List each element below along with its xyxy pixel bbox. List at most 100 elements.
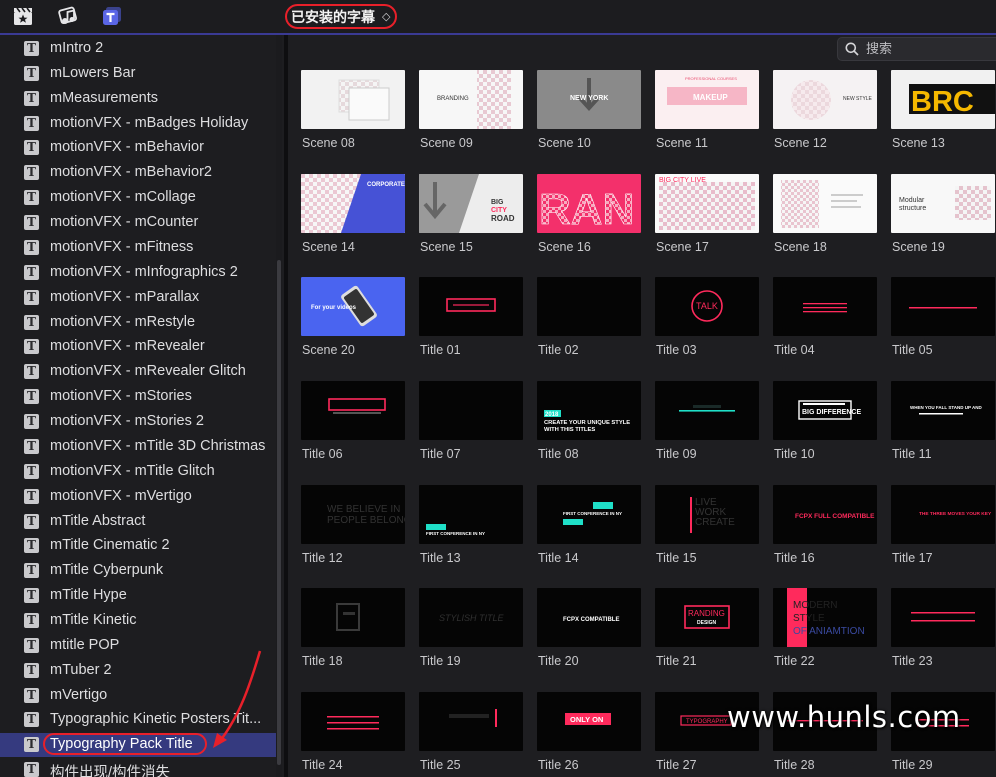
sidebar-item[interactable]: TmotionVFX - mCounter [0,211,276,235]
sidebar-item[interactable]: TmotionVFX - mStories [0,385,276,409]
sidebar-item[interactable]: TmTitle Cinematic 2 [0,534,276,558]
title-thumbnail-tile[interactable]: BIG CITY ROAD Scene 15 [419,174,523,254]
title-thumbnail-tile[interactable]: FCPX COMPATIBLE Title 20 [537,588,641,668]
thumbnail-caption: Title 29 [892,758,933,772]
sidebar-scrollbar-thumb[interactable] [277,260,281,765]
sidebar-item[interactable]: TmVertigo [0,684,276,708]
library-selector-dropdown[interactable]: 已安装的字幕 ◇ [285,4,397,29]
sidebar-item[interactable]: TmotionVFX - mBadges Holiday [0,112,276,136]
sidebar-item[interactable]: TmotionVFX - mCollage [0,186,276,210]
sidebar-item[interactable]: TmTitle Kinetic [0,609,276,633]
sidebar-item[interactable]: TmotionVFX - mTitle Glitch [0,460,276,484]
title-thumbnail-tile[interactable]: FIRST CONFERENCE IN NY Title 13 [419,485,523,565]
title-thumbnail-tile[interactable]: Title 25 [419,692,523,772]
title-thumbnail-tile[interactable]: BRC Scene 13 [891,70,995,150]
title-thumbnail-tile[interactable]: NEW STYLE Scene 12 [773,70,877,150]
thumbnail-image: BRANDING [419,70,523,129]
title-thumbnail-tile[interactable]: Title 09 [655,381,759,461]
title-thumbnail-tile[interactable]: Title 23 [891,588,995,668]
title-thumbnail-tile[interactable]: Title 05 [891,277,995,357]
thumbnail-text: STYLISH TITLE [439,613,505,623]
title-thumbnail-tile[interactable]: WHEN YOU FALL STAND UP AND Title 11 [891,381,995,461]
title-thumbnail-tile[interactable]: Title 04 [773,277,877,357]
title-thumbnail-tile[interactable]: Title 07 [419,381,523,461]
title-thumbnail-tile[interactable]: Title 18 [301,588,405,668]
title-thumbnail-tile[interactable]: Scene 08 [301,70,405,150]
sidebar-item[interactable]: T Typography Pack Title [0,733,276,758]
title-thumbnail-tile[interactable]: NEW YORK Scene 10 [537,70,641,150]
sidebar-item[interactable]: TmotionVFX - mRevealer Glitch [0,360,276,384]
title-thumbnail-tile[interactable]: RANDING DESIGN Title 21 [655,588,759,668]
thumbnail-caption: Scene 12 [774,136,827,150]
sidebar-item[interactable]: TmTuber 2 [0,659,276,683]
thumbnail-text: PEOPLE BELONG [327,515,405,526]
title-browser: Scene 08 BRANDING Scene 09 NEW YORK Scene … [288,35,996,777]
thumbnail-text: TALK [696,301,718,311]
sidebar-item[interactable]: TmotionVFX - mTitle 3D Christmas [0,435,276,459]
sidebar-item[interactable]: Tmtitle POP [0,634,276,658]
title-thumbnail-tile[interactable]: THE THREE MOVES YOUR KEY Title 17 [891,485,995,565]
title-type-icon: T [24,140,39,156]
title-thumbnail-tile[interactable]: TALK Title 03 [655,277,759,357]
thumbnail-caption: Scene 13 [892,136,945,150]
title-thumbnail-tile[interactable]: FCPX FULL COMPATIBLE Title 16 [773,485,877,565]
title-thumbnail-tile[interactable]: LIVE WORK CREATE Title 15 [655,485,759,565]
title-thumbnail-tile[interactable]: Title 24 [301,692,405,772]
sidebar-item[interactable]: TmTitle Hype [0,584,276,608]
search-input[interactable] [866,40,996,58]
title-type-icon: T [24,65,39,81]
title-thumbnail-tile[interactable]: PROFESSIONAL COURSES MAKEUP Scene 11 [655,70,759,150]
sidebar-item[interactable]: TmotionVFX - mParallax [0,286,276,310]
thumbnail-image [773,277,877,336]
thumbnail-caption: Title 04 [774,343,815,357]
thumbnail-text: BIG [491,199,504,206]
thumbnail-image [301,70,405,129]
sidebar-item[interactable]: TmotionVFX - mStories 2 [0,410,276,434]
sidebar-item-label: motionVFX - mVertigo [50,487,192,504]
sidebar-item[interactable]: TmTitle Abstract [0,510,276,534]
sidebar-item[interactable]: TmTitle Cyberpunk [0,559,276,583]
sidebar-scrollbar[interactable] [276,35,282,777]
thumbnail-image: LIVE WORK CREATE [655,485,759,544]
title-thumbnail-tile[interactable]: RAN Scene 16 [537,174,641,254]
thumbnail-image: FCPX COMPATIBLE [537,588,641,647]
title-thumbnail-tile[interactable]: Title 06 [301,381,405,461]
sidebar-item[interactable]: TmotionVFX - mInfographics 2 [0,261,276,285]
title-thumbnail-tile[interactable]: Modular structure Scene 19 [891,174,995,254]
title-type-icon: T [24,563,39,579]
title-thumbnail-tile[interactable]: WE BELIEVE IN PEOPLE BELONG Title 12 [301,485,405,565]
sidebar-item[interactable]: TmotionVFX - mRevealer [0,335,276,359]
title-type-icon: T [24,463,39,479]
sidebar-item[interactable]: TmotionVFX - mRestyle [0,311,276,335]
sidebar-item[interactable]: TmotionVFX - mFitness [0,236,276,260]
titles-icon[interactable] [101,5,123,27]
thumbnail-text: 2018 [545,412,559,418]
sidebar-item[interactable]: T Typographic Kinetic Posters Tit... [0,708,276,732]
sidebar-item[interactable]: TmotionVFX - mVertigo [0,485,276,509]
sidebar-item[interactable]: TmotionVFX - mBehavior [0,136,276,160]
sidebar-item[interactable]: TmLowers Bar [0,62,276,86]
title-thumbnail-tile[interactable]: Title 02 [537,277,641,357]
title-thumbnail-tile[interactable]: Scene 18 [773,174,877,254]
music-photo-icon[interactable] [57,5,79,27]
sidebar-item[interactable]: TmotionVFX - mBehavior2 [0,161,276,185]
sidebar-item[interactable]: TmIntro 2 [0,37,276,61]
clapboard-star-icon[interactable] [12,5,34,27]
title-thumbnail-tile[interactable]: FIRST CONFERENCE IN NY Title 14 [537,485,641,565]
title-thumbnail-tile[interactable]: ONLY ON Title 26 [537,692,641,772]
sidebar-item[interactable]: T 构件出现/构件消失 [0,758,276,777]
title-thumbnail-tile[interactable]: 2018 CREATE YOUR UNIQUE STYLE WITH THIS T… [537,381,641,461]
thumbnail-caption: Scene 19 [892,240,945,254]
thumbnail-caption: Title 24 [302,758,343,772]
title-thumbnail-tile[interactable]: BIG DIFFERENCE Title 10 [773,381,877,461]
title-thumbnail-tile[interactable]: BIG CITY LIVE Scene 17 [655,174,759,254]
title-thumbnail-tile[interactable]: CORPORATE Scene 14 [301,174,405,254]
title-thumbnail-tile[interactable]: STYLISH TITLE Title 19 [419,588,523,668]
title-thumbnail-tile[interactable]: Title 01 [419,277,523,357]
thumbnail-text: STYLE [793,613,825,624]
search-field[interactable] [837,37,996,61]
title-thumbnail-tile[interactable]: MODERN STYLE OF ANIAMTION Title 22 [773,588,877,668]
title-thumbnail-tile[interactable]: For your videos Scene 20 [301,277,405,357]
title-thumbnail-tile[interactable]: BRANDING Scene 09 [419,70,523,150]
sidebar-item[interactable]: TmMeasurements [0,87,276,111]
